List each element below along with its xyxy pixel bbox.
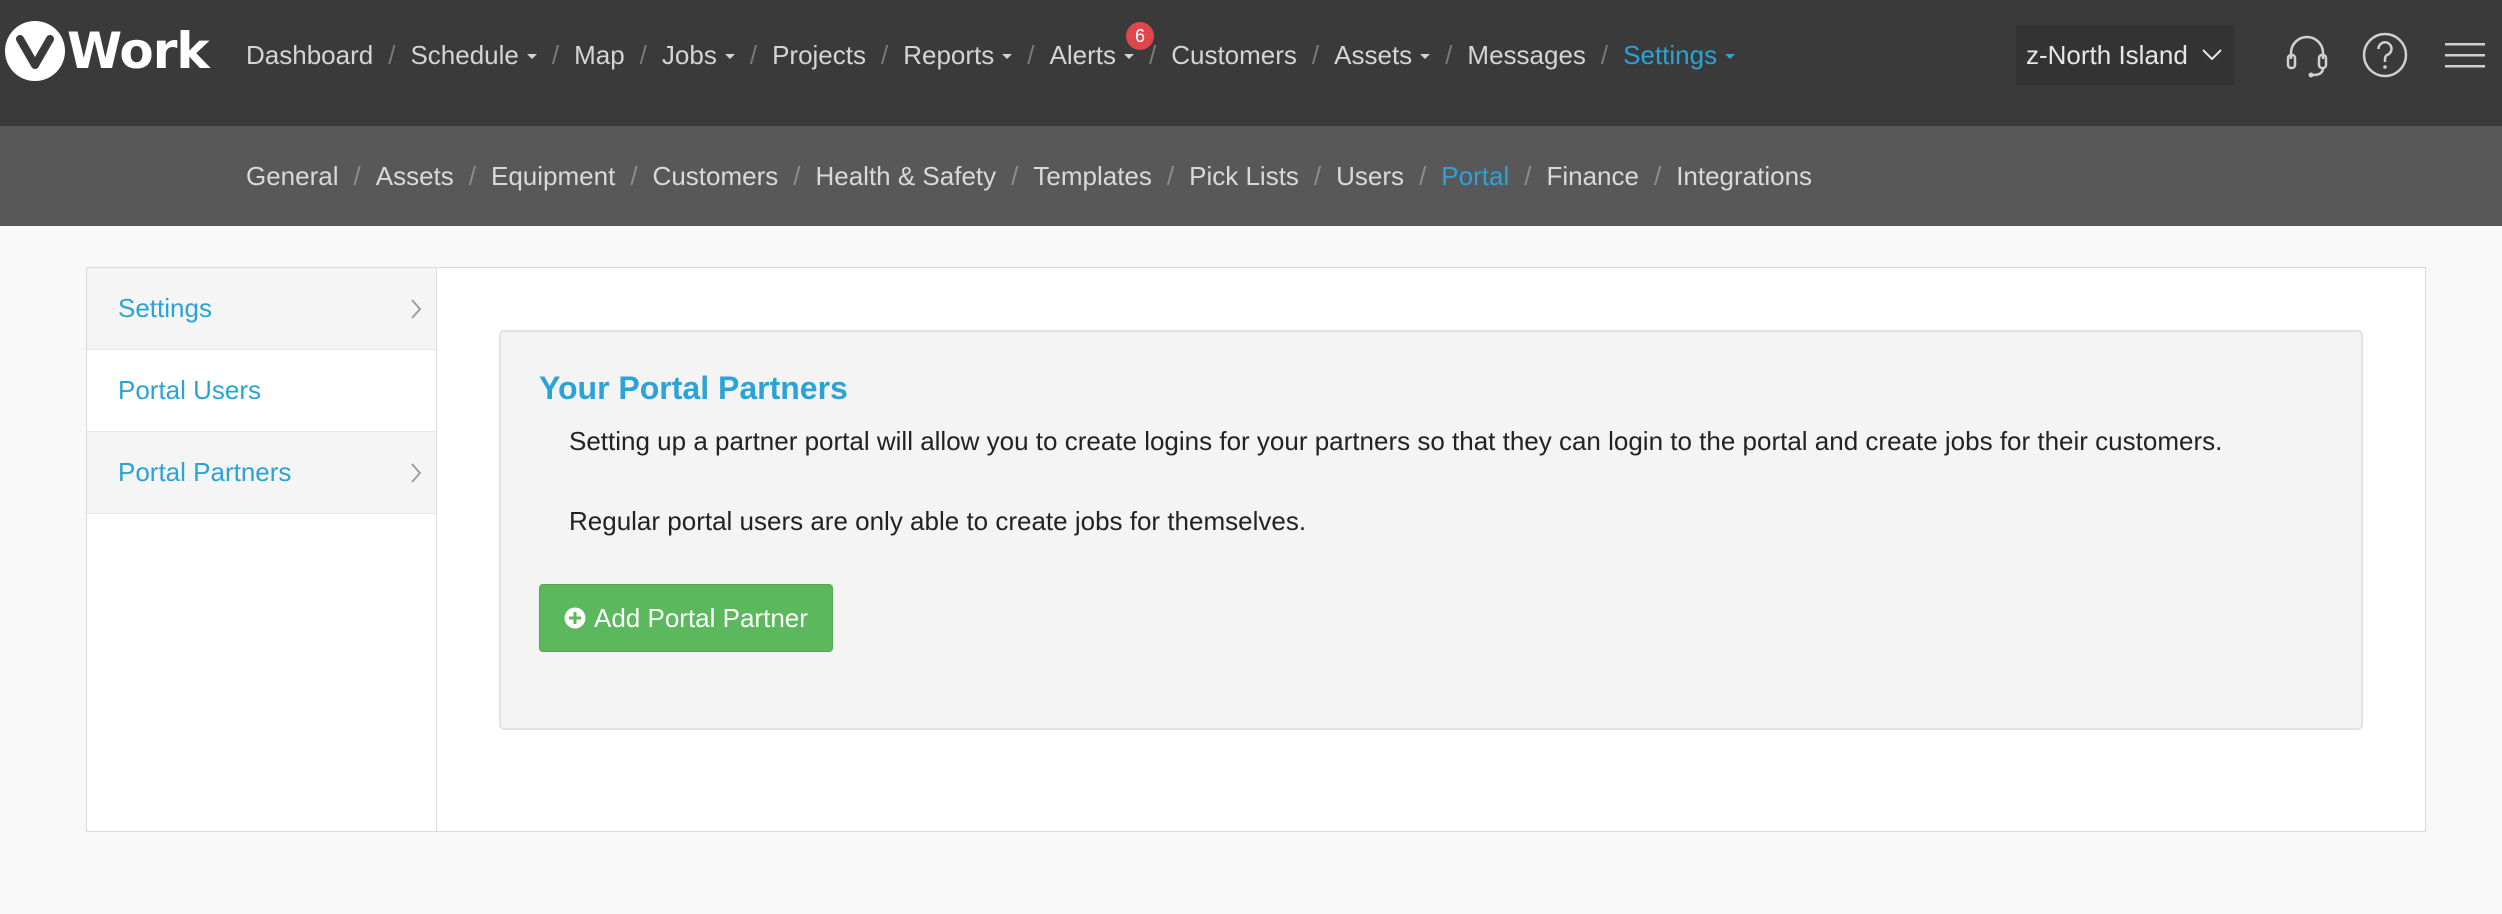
caret-down-icon (1123, 54, 1134, 59)
nav-item-messages[interactable]: Messages (1467, 40, 1586, 71)
nav-item-label: Reports (903, 39, 995, 70)
hamburger-menu-icon (2445, 43, 2485, 68)
subnav-separator: / (1166, 160, 1175, 191)
subnav-separator: / (793, 160, 801, 191)
page-title: Your Portal Partners (539, 370, 848, 406)
subnav-separator: / (1419, 160, 1427, 191)
subnav-separator: / (468, 160, 476, 191)
add-portal-partner-label: Add Portal Partner (594, 602, 808, 633)
portal-sidebar: Settings Portal Users Portal Partners (87, 268, 437, 831)
sidebar-item-portal-partners[interactable]: Portal Partners (87, 432, 436, 514)
sidebar-item-portal-users[interactable]: Portal Users (87, 350, 436, 432)
nav-item-label: Alerts (1049, 39, 1116, 70)
nav-separator: / (639, 39, 647, 70)
chevron-down-icon (2202, 49, 2222, 61)
nav-item-label: Schedule (410, 39, 519, 70)
subnav-item-users[interactable]: Users (1336, 161, 1404, 192)
nav-item-customers[interactable]: Customers (1171, 40, 1297, 71)
nav-item-schedule[interactable]: Schedule (410, 39, 537, 71)
subnav-item-templates[interactable]: Templates (1033, 161, 1152, 192)
settings-sub-navbar: General / Assets / Equipment / Customers / Healt… (0, 126, 2502, 226)
nav-item-dashboard[interactable]: Dashboard (246, 40, 373, 71)
subnav-item-general[interactable]: General (246, 161, 339, 192)
logo-text: Work (67, 22, 210, 80)
subnav-item-portal[interactable]: Portal (1441, 161, 1509, 192)
subnav-separator: / (1011, 160, 1019, 191)
sidebar-item-settings[interactable]: Settings (87, 268, 436, 350)
caret-down-icon (724, 54, 735, 59)
nav-separator: / (551, 39, 560, 70)
nav-item-label: Dashboard (246, 39, 374, 70)
subnav-item-finance[interactable]: Finance (1546, 161, 1639, 192)
main-menu: Dashboard / Schedule / Map / Jobs / Projects / Rep… (246, 21, 1736, 78)
add-portal-partner-button[interactable]: Add Portal Partner (539, 584, 833, 652)
caret-down-icon (1725, 54, 1736, 59)
nav-item-label: Assets (1334, 39, 1413, 70)
subnav-separator: / (353, 160, 361, 191)
description-partner-portal: Setting up a partner portal will allow y… (569, 426, 2223, 456)
nav-item-label: Settings (1623, 39, 1718, 70)
nav-separator: / (749, 39, 758, 70)
sidebar-item-label: Portal Partners (118, 457, 292, 487)
nav-item-assets[interactable]: Assets (1334, 39, 1431, 71)
subnav-separator: / (1313, 160, 1322, 191)
caret-down-icon (1420, 54, 1431, 59)
chevron-right-icon (411, 298, 422, 319)
portal-partners-card: Your Portal Partners Setting up a partne… (499, 330, 2363, 730)
subnav-item-pick-lists[interactable]: Pick Lists (1189, 161, 1299, 192)
nav-separator: / (880, 39, 889, 70)
nav-item-label: Customers (1171, 39, 1297, 70)
region-select-value: z-North Island (2026, 39, 2188, 70)
alerts-count-badge: 6 (1125, 21, 1154, 50)
support-headset-button[interactable] (2282, 30, 2332, 80)
subnav-item-customers[interactable]: Customers (653, 161, 779, 192)
nav-item-label: Messages (1467, 39, 1586, 70)
chevron-right-icon (411, 462, 422, 483)
nav-item-settings[interactable]: Settings (1623, 39, 1736, 71)
content-panel: Settings Portal Users Portal Partners Your… (86, 267, 2426, 832)
subnav-item-equipment[interactable]: Equipment (491, 161, 615, 192)
subnav-item-integrations[interactable]: Integrations (1676, 161, 1812, 192)
logo-v-icon (16, 35, 54, 69)
headset-icon (2286, 35, 2328, 78)
description-regular-users: Regular portal users are only able to cr… (569, 506, 1307, 536)
help-icon (2362, 32, 2408, 78)
settings-sub-menu: General / Assets / Equipment / Customers / Healt… (246, 156, 1812, 196)
nav-item-label: Projects (772, 39, 866, 70)
subnav-item-health-and-safety[interactable]: Health & Safety (815, 161, 996, 192)
nav-item-label: Jobs (661, 39, 717, 70)
sidebar-item-label: Settings (118, 293, 212, 323)
vwork-logo[interactable]: Work (5, 20, 210, 82)
subnav-separator: / (1524, 160, 1532, 191)
nav-item-jobs[interactable]: Jobs (662, 40, 735, 71)
logo-mark (5, 21, 65, 81)
subnav-separator: / (1653, 160, 1662, 191)
nav-item-projects[interactable]: Projects (772, 40, 866, 71)
sidebar-item-label: Portal Users (118, 375, 262, 405)
caret-down-icon (526, 54, 537, 59)
nav-separator: / (1600, 39, 1609, 70)
nav-item-alerts[interactable]: Alerts 6 (1049, 21, 1154, 71)
subnav-separator: / (630, 160, 638, 191)
nav-separator: / (1445, 39, 1453, 70)
nav-separator: / (1311, 39, 1320, 70)
nav-item-map[interactable]: Map (574, 40, 625, 71)
help-button[interactable] (2360, 30, 2410, 80)
subnav-item-assets[interactable]: Assets (376, 161, 454, 192)
caret-down-icon (1002, 54, 1013, 59)
main-menu-button[interactable] (2440, 30, 2490, 80)
nav-separator: / (1027, 39, 1035, 70)
nav-separator: / (388, 39, 396, 70)
plus-circle-icon (564, 607, 586, 629)
nav-item-label: Map (574, 39, 625, 70)
nav-item-reports[interactable]: Reports (903, 39, 1013, 71)
region-select[interactable]: z-North Island (2016, 25, 2234, 85)
top-navbar: Work Dashboard / Schedule / Map / Jobs / Project… (0, 0, 2502, 126)
